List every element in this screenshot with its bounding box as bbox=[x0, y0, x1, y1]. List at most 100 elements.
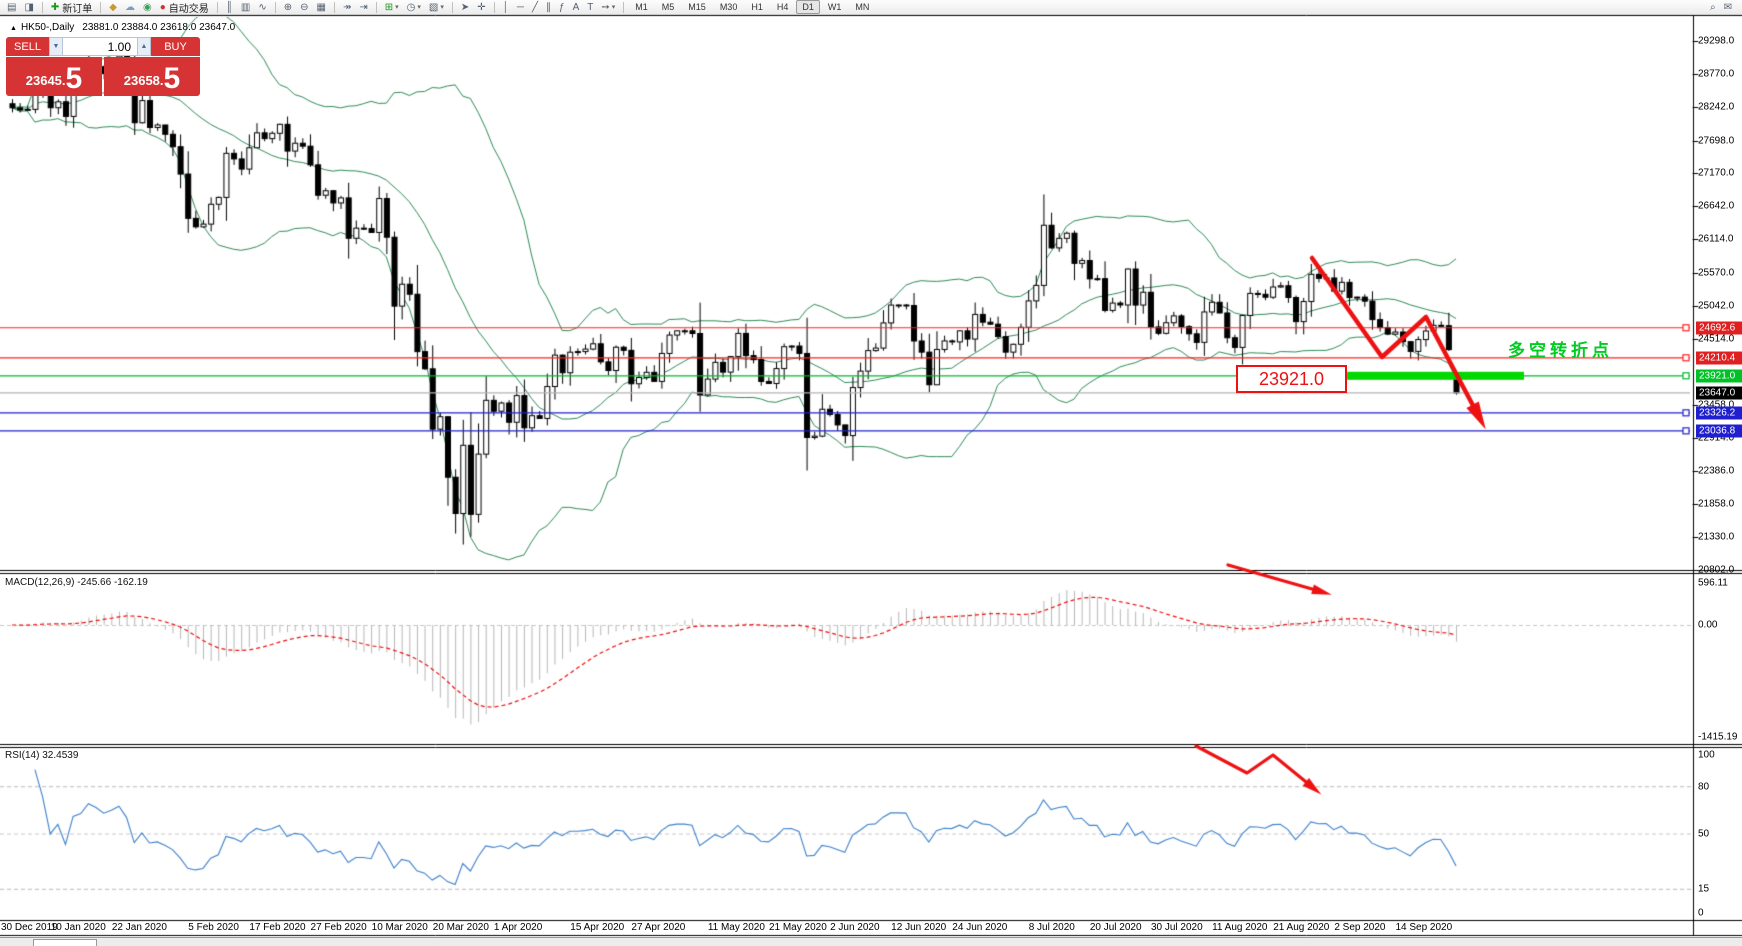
macd-header: MACD(12,26,9) -245.66 -162.19 bbox=[5, 577, 148, 588]
new-chart-icon[interactable]: ▤ bbox=[4, 0, 19, 15]
price-level-tag: 23036.8 bbox=[1696, 424, 1742, 437]
search-icon[interactable]: ⌕ bbox=[1707, 0, 1719, 15]
macd-scale-label: -1415.19 bbox=[1698, 732, 1737, 743]
main-toolbar: ▤◨ ✚新订单 ◆☁◉●自动交易 ║▥∿ ⊕⊖▦ ↠⇥ ⊞▾◷▾▧▾ ➤✛ │─╱∥ƒAT➙▾ M… bbox=[0, 0, 1742, 15]
timeframe-m1[interactable]: M1 bbox=[629, 0, 654, 14]
date-tick: 11 Aug 2020 bbox=[1212, 922, 1267, 933]
timeframe-m15[interactable]: M15 bbox=[682, 0, 712, 14]
date-tick: 22 Jan 2020 bbox=[112, 922, 167, 933]
trendline-icon[interactable]: ╱ bbox=[529, 0, 541, 15]
arrows-tool-icon[interactable]: ➙▾ bbox=[598, 0, 618, 15]
zoom-out-icon[interactable]: ⊖ bbox=[297, 0, 311, 15]
price-level-tag: 23921.0 bbox=[1696, 369, 1742, 382]
level-callout-23921: 23921.0 bbox=[1236, 365, 1347, 393]
chart-profiles-icon[interactable]: ◨ bbox=[21, 0, 36, 15]
date-tick: 10 Mar 2020 bbox=[372, 922, 428, 933]
collapse-subwindow-icon[interactable]: ▲ bbox=[10, 25, 17, 32]
turning-point-annotation: 多空转折点 bbox=[1508, 336, 1613, 361]
vertical-line-icon[interactable]: │ bbox=[500, 0, 512, 15]
buy-price[interactable]: 23658.5 bbox=[104, 57, 200, 96]
text-label-icon[interactable]: T bbox=[584, 0, 596, 15]
volume-increase-button[interactable]: ▲ bbox=[137, 37, 151, 56]
date-tick: 20 Mar 2020 bbox=[433, 922, 489, 933]
price-tick: 20802.0 bbox=[1698, 565, 1734, 576]
price-tick: 25570.0 bbox=[1698, 268, 1734, 279]
timeframe-d1[interactable]: D1 bbox=[796, 0, 820, 14]
date-tick: 24 Jun 2020 bbox=[952, 922, 1007, 933]
crosshair-icon[interactable]: ✛ bbox=[474, 0, 488, 15]
tile-windows-icon[interactable]: ▦ bbox=[314, 0, 329, 15]
date-tick: 27 Apr 2020 bbox=[631, 922, 685, 933]
date-tick: 30 Dec 2019 bbox=[1, 922, 58, 933]
price-tick: 25042.0 bbox=[1698, 300, 1734, 311]
one-click-trading-panel: SELL ▼ 1.00 ▲ BUY 23645.5 23658.5 bbox=[6, 37, 200, 96]
sell-price-big-digit: 5 bbox=[66, 64, 83, 94]
auto-scroll-icon[interactable]: ↠ bbox=[340, 0, 354, 15]
line-chart-icon[interactable]: ∿ bbox=[255, 0, 269, 15]
macd-scale-label: 0.00 bbox=[1698, 620, 1717, 631]
price-tick: 27698.0 bbox=[1698, 135, 1734, 146]
price-tick: 27170.0 bbox=[1698, 168, 1734, 179]
rsi-scale-label: 15 bbox=[1698, 884, 1709, 895]
price-tick: 29298.0 bbox=[1698, 36, 1734, 47]
chart-title: ▲HK50-,Daily23881.0 23884.0 23618.0 2364… bbox=[10, 22, 235, 33]
new-order-icon[interactable]: ✚新订单 bbox=[48, 0, 95, 15]
date-tick: 30 Jul 2020 bbox=[1151, 922, 1203, 933]
chat-icon[interactable]: ✉ bbox=[1721, 0, 1735, 15]
volume-input[interactable]: 1.00 bbox=[63, 37, 137, 56]
sell-price[interactable]: 23645.5 bbox=[6, 57, 102, 96]
price-tick: 21858.0 bbox=[1698, 499, 1734, 510]
timeframe-h1[interactable]: H1 bbox=[745, 0, 769, 14]
price-tick: 24514.0 bbox=[1698, 333, 1734, 344]
cursor-icon[interactable]: ➤ bbox=[458, 0, 472, 15]
signals-icon[interactable]: ◉ bbox=[140, 0, 155, 15]
candles-chart-icon[interactable]: ▥ bbox=[238, 0, 253, 15]
horizontal-line-icon[interactable]: ─ bbox=[514, 0, 527, 15]
status-bar bbox=[0, 937, 1742, 946]
timeframe-m30[interactable]: M30 bbox=[714, 0, 744, 14]
timeframe-m5[interactable]: M5 bbox=[656, 0, 681, 14]
price-chart-canvas[interactable] bbox=[0, 0, 1742, 946]
volume-decrease-button[interactable]: ▼ bbox=[49, 37, 63, 56]
sell-button[interactable]: SELL bbox=[6, 37, 49, 56]
timeframe-w1[interactable]: W1 bbox=[822, 0, 848, 14]
price-tick: 22386.0 bbox=[1698, 466, 1734, 477]
zoom-in-icon[interactable]: ⊕ bbox=[281, 0, 295, 15]
price-level-tag: 24210.4 bbox=[1696, 351, 1742, 364]
timeframe-h4[interactable]: H4 bbox=[771, 0, 795, 14]
periods-icon[interactable]: ◷▾ bbox=[404, 0, 424, 15]
date-tick: 8 Jul 2020 bbox=[1029, 922, 1075, 933]
date-tick: 21 Aug 2020 bbox=[1273, 922, 1329, 933]
price-tick: 26114.0 bbox=[1698, 234, 1733, 245]
market-watch-icon[interactable]: ◆ bbox=[106, 0, 120, 15]
equidistant-channel-icon[interactable]: ∥ bbox=[543, 0, 554, 15]
date-tick: 12 Jun 2020 bbox=[891, 922, 946, 933]
price-level-tag: 23647.0 bbox=[1696, 386, 1742, 399]
date-tick: 2 Sep 2020 bbox=[1334, 922, 1385, 933]
date-tick: 1 Apr 2020 bbox=[494, 922, 542, 933]
date-tick: 10 Jan 2020 bbox=[51, 922, 106, 933]
autotrading-icon[interactable]: ●自动交易 bbox=[157, 0, 212, 15]
price-tick: 26642.0 bbox=[1698, 201, 1734, 212]
indicators-icon[interactable]: ⊞▾ bbox=[382, 0, 402, 15]
text-icon[interactable]: A bbox=[570, 0, 583, 15]
data-window-icon[interactable]: ☁ bbox=[122, 0, 138, 15]
date-tick: 20 Jul 2020 bbox=[1090, 922, 1142, 933]
bars-chart-icon[interactable]: ║ bbox=[223, 0, 236, 15]
buy-button[interactable]: BUY bbox=[151, 37, 200, 56]
date-tick: 5 Feb 2020 bbox=[188, 922, 239, 933]
date-tick: 21 May 2020 bbox=[769, 922, 827, 933]
timeframe-mn[interactable]: MN bbox=[849, 0, 875, 14]
fibonacci-icon[interactable]: ƒ bbox=[556, 0, 568, 15]
date-tick: 27 Feb 2020 bbox=[311, 922, 367, 933]
rsi-header: RSI(14) 32.4539 bbox=[5, 750, 78, 761]
status-box bbox=[33, 939, 97, 946]
timeframe-toolbar: M1M5M15M30H1H4D1W1MN bbox=[628, 0, 876, 15]
date-tick: 11 May 2020 bbox=[708, 922, 765, 933]
macd-scale-label: 596.11 bbox=[1698, 578, 1728, 589]
chart-shift-icon[interactable]: ⇥ bbox=[356, 0, 370, 15]
sell-price-int: 23645 bbox=[26, 68, 62, 94]
price-level-tag: 23326.2 bbox=[1696, 406, 1742, 419]
templates-icon[interactable]: ▧▾ bbox=[426, 0, 447, 15]
rsi-scale-label: 0 bbox=[1698, 908, 1704, 919]
